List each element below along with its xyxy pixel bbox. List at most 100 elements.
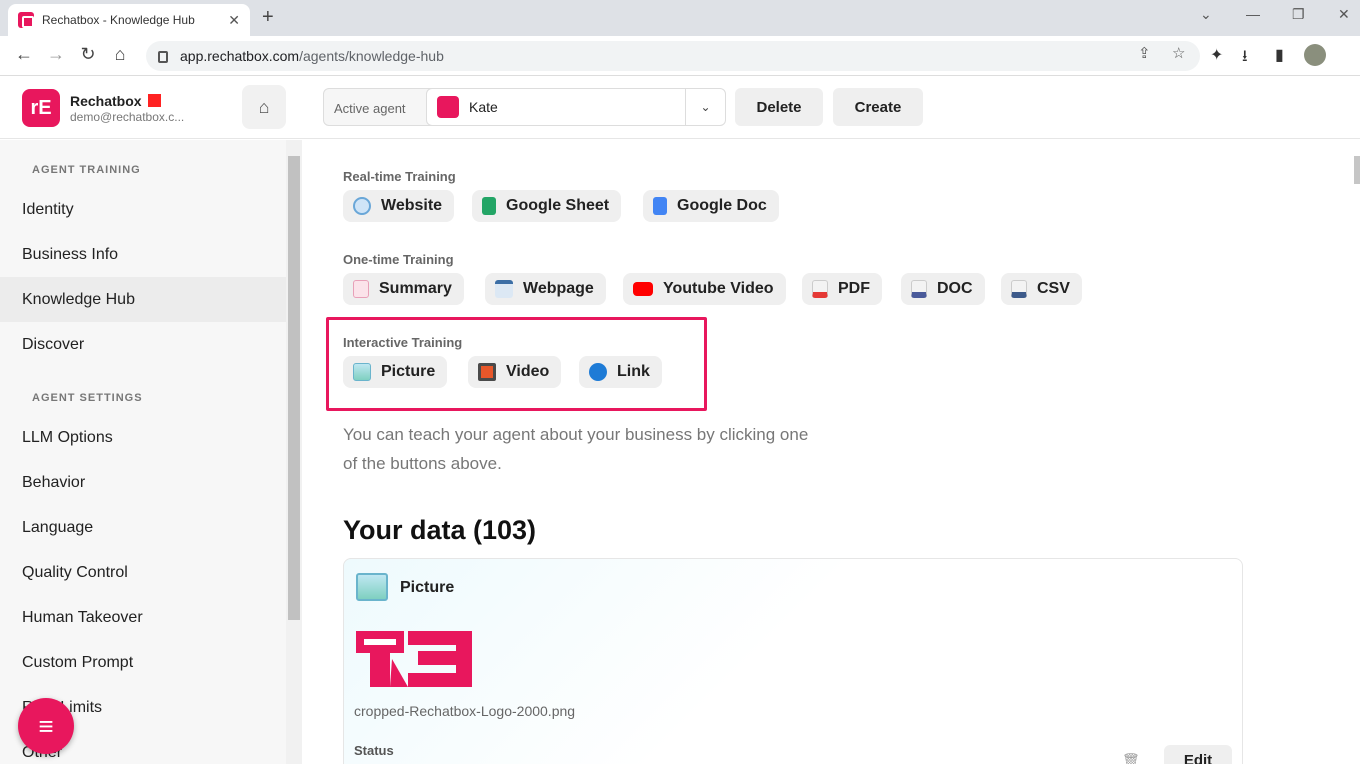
youtube-video-button[interactable]: Youtube Video [623,273,786,305]
url-path: /agents/knowledge-hub [299,48,444,64]
account-email: demo@rechatbox.c... [70,110,185,124]
picture-icon [356,573,388,601]
webpage-label: Webpage [523,280,594,297]
agent-select[interactable]: Kate ⌄ [426,88,726,126]
brand-name: Rechatbox [70,93,161,109]
menu-icon: ≡ [38,710,54,741]
browser-home-icon[interactable]: ⌂ [108,44,132,65]
tab-title: Rechatbox - Knowledge Hub [42,13,195,27]
address-bar[interactable]: app.rechatbox.com/agents/knowledge-hub [146,41,1200,71]
sidebar-item-quality-control[interactable]: Quality Control [0,550,286,595]
section-agent-settings: AGENT SETTINGS [32,392,143,404]
sidebar-item-behavior[interactable]: Behavior [0,460,286,505]
link-icon [589,363,607,381]
onetime-training-label: One-time Training [343,252,454,267]
csv-button[interactable]: CSV [1001,273,1082,305]
bookmark-star-icon[interactable]: ☆ [1172,44,1185,62]
doc-file-icon [911,280,927,298]
restore-icon[interactable]: ❐ [1292,6,1305,23]
status-label: Status [354,743,394,758]
tab-close-icon[interactable]: ✕ [228,12,240,29]
delete-button[interactable]: Delete [735,88,823,126]
new-tab-icon[interactable]: + [262,6,274,29]
picture-label: Picture [381,363,436,380]
sidebar-item-human-takeover[interactable]: Human Takeover [0,595,286,640]
share-icon[interactable]: ⇪ [1138,44,1151,62]
sidebar-item-business-info[interactable]: Business Info [0,232,286,277]
home-icon: ⌂ [258,96,270,117]
agent-name: Kate [469,99,498,115]
google-doc-icon [653,197,667,215]
rechatbox-logo-image [356,631,472,687]
minimize-icon[interactable]: — [1246,6,1260,22]
picture-button[interactable]: Picture [343,356,448,388]
pdf-file-icon [812,280,828,298]
interactive-training-label: Interactive Training [343,335,463,350]
chevron-down-icon[interactable]: ⌄ [685,89,725,125]
google-doc-label: Google Doc [677,197,767,214]
sidebar-item-discover[interactable]: Discover [0,322,286,367]
url-host: app.rechatbox.com [180,48,300,64]
profile-avatar[interactable] [1304,44,1326,66]
youtube-icon [633,282,653,296]
rechatbox-favicon-icon [18,12,34,28]
website-label: Website [381,197,443,214]
back-icon[interactable]: ← [12,44,36,65]
browser-toolbar: ← → ↻ ⌂ app.rechatbox.com/agents/knowled… [0,36,1360,76]
download-icon[interactable]: ⭳ [1242,45,1248,72]
video-button[interactable]: Video [468,356,562,388]
sidebar: AGENT TRAINING Identity Business Info Kn… [0,140,286,764]
picture-icon [353,363,371,381]
edit-button[interactable]: Edit [1164,745,1232,764]
csv-file-icon [1011,280,1027,298]
rechatbox-logo: rE [22,89,60,127]
main-scroll-thumb[interactable] [1354,156,1360,184]
side-panel-icon[interactable]: ▮ [1275,45,1284,65]
extensions-icon[interactable]: ✦ [1210,45,1223,65]
trash-icon[interactable]: 🗑 [1122,752,1140,764]
webpage-code-icon [495,280,513,298]
google-sheet-button[interactable]: Google Sheet [472,190,622,222]
card-title: Picture [400,579,455,596]
webpage-button[interactable]: Webpage [485,273,606,305]
create-button[interactable]: Create [833,88,923,126]
sidebar-item-identity[interactable]: Identity [0,187,286,232]
summary-button[interactable]: Summary [343,273,464,305]
data-card-picture: Picture cropped-Rechatbox-Logo-2000.png … [343,558,1243,764]
browser-tab[interactable]: Rechatbox - Knowledge Hub ✕ [8,4,250,36]
browser-tabbar: Rechatbox - Knowledge Hub ✕ + ⌄ — ❐ ✕ [0,0,1360,36]
youtube-video-label: Youtube Video [663,280,774,297]
pdf-button[interactable]: PDF [802,273,882,305]
sidebar-scroll-thumb[interactable] [288,156,300,620]
lock-icon [158,51,168,63]
sidebar-item-custom-prompt[interactable]: Custom Prompt [0,640,286,685]
globe-icon [353,197,371,215]
link-label: Link [617,363,650,380]
summary-label: Summary [379,280,452,297]
link-button[interactable]: Link [579,356,662,388]
main-scrollbar[interactable] [1343,140,1360,764]
agent-avatar-icon [437,96,459,118]
active-agent-label: Active agent [334,101,406,116]
video-label: Video [506,363,550,380]
sidebar-item-knowledge-hub[interactable]: Knowledge Hub [0,277,286,322]
sidebar-item-language[interactable]: Language [0,505,286,550]
section-agent-training: AGENT TRAINING [32,164,141,176]
tab-search-chevron-icon[interactable]: ⌄ [1200,6,1212,23]
doc-label: DOC [937,280,973,297]
video-film-icon [478,363,496,381]
active-agent-selector: Active agent Kate ⌄ [323,88,726,126]
your-data-heading: Your data (103) [343,515,537,545]
brand-badge-icon [147,94,161,107]
google-doc-button[interactable]: Google Doc [643,190,779,222]
forward-icon[interactable]: → [44,44,68,65]
menu-fab-button[interactable]: ≡ [18,698,74,754]
website-button[interactable]: Website [343,190,455,222]
google-sheet-label: Google Sheet [506,197,610,214]
home-button[interactable]: ⌂ [242,85,286,129]
teach-hint-text: You can teach your agent about your busi… [343,425,809,473]
reload-icon[interactable]: ↻ [76,44,100,65]
sidebar-item-llm-options[interactable]: LLM Options [0,415,286,460]
window-close-icon[interactable]: ✕ [1338,6,1350,23]
doc-button[interactable]: DOC [901,273,985,305]
